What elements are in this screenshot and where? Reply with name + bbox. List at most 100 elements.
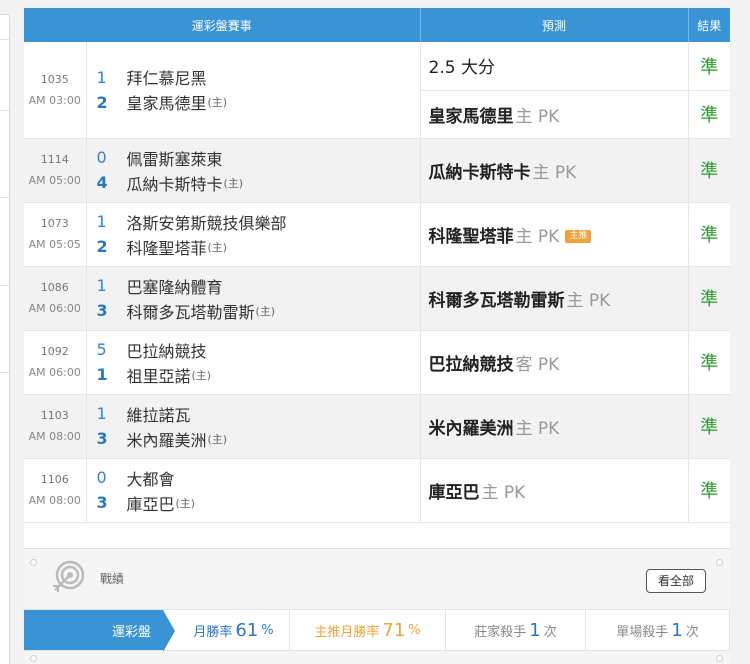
background-page-edge: [0, 14, 10, 664]
match-time: AM 06:00: [28, 302, 81, 315]
team-line: 1 洛斯安第斯競技俱樂部: [97, 209, 420, 234]
prediction-cell: 米內羅美洲主 PK: [420, 394, 689, 459]
prediction-cell: 科隆聖塔菲主 PK 主推: [420, 202, 689, 267]
team-line: 3 庫亞巴 (主): [97, 490, 420, 515]
team-score: 3: [96, 301, 108, 320]
prediction-pick: 庫亞巴: [428, 482, 480, 503]
team-name[interactable]: 科隆聖塔菲: [127, 235, 207, 259]
team-name[interactable]: 洛斯安第斯競技俱樂部: [127, 210, 287, 234]
table-row: 1086 AM 06:00 1 巴塞隆納體育 3 科爾多瓦塔勒雷斯 (主) 科爾…: [24, 266, 731, 331]
prediction-cell: 皇家馬德里主 PK: [420, 90, 689, 139]
match-meta: 1103 AM 08:00: [24, 394, 87, 459]
team-name[interactable]: 庫亞巴: [127, 491, 175, 515]
monthly-win-rate: 月勝率 61 %: [164, 610, 290, 650]
team-score: 0: [96, 148, 107, 167]
team-line: 1 拜仁慕尼黑: [97, 65, 420, 90]
tab-caishen[interactable]: 運彩盤: [24, 610, 175, 652]
match-table: 運彩盤賽事 預測 結果 1035 AM 03:00 1 拜仁慕尼黑 2 皇家馬德…: [24, 8, 731, 523]
result-cell: 準: [688, 330, 731, 395]
team-name[interactable]: 巴拉納競技: [127, 338, 207, 362]
team-score: 2: [96, 92, 108, 112]
header-match: 運彩盤賽事: [24, 8, 421, 42]
team-score: 5: [96, 340, 107, 359]
prediction-cell: 科爾多瓦塔勒雷斯主 PK: [420, 266, 689, 331]
prediction-tag: 主 PK: [481, 482, 526, 503]
team-name[interactable]: 米內羅美洲: [127, 427, 207, 451]
result-cell: 準: [688, 42, 731, 91]
home-tag: (主): [191, 368, 212, 382]
match-id: 1073: [40, 217, 69, 230]
team-line: 1 維拉諾瓦: [97, 401, 420, 426]
match-time: AM 08:00: [28, 430, 81, 443]
stats-title: 戰績: [100, 572, 125, 586]
result-cell: 準: [688, 138, 731, 203]
banker-killer-value: 1: [529, 619, 541, 641]
prediction-pick: 巴拉納競技: [428, 354, 514, 375]
match-meta: 1106 AM 08:00: [24, 458, 87, 523]
result-cell: 準: [688, 458, 731, 523]
result-cell: 準: [688, 266, 731, 331]
view-all-button[interactable]: 看全部: [646, 569, 706, 593]
team-name[interactable]: 佩雷斯塞萊東: [127, 146, 223, 170]
team-line: 3 米內羅美洲 (主): [97, 426, 420, 451]
featured-win-rate: 主推月勝率 71 %: [290, 610, 446, 650]
team-line: 5 巴拉納競技: [97, 337, 420, 362]
prediction-tag: 主 PK: [532, 162, 577, 183]
home-tag: (主): [223, 176, 244, 190]
team-name[interactable]: 祖里亞諾: [127, 363, 191, 387]
prediction-pick: 科爾多瓦塔勒雷斯: [428, 290, 565, 311]
prediction-pick: 2.5 大分: [428, 58, 495, 79]
prediction-cell: 巴拉納競技客 PK: [420, 330, 689, 395]
result-cell: 準: [688, 202, 731, 267]
match-meta: 1086 AM 06:00: [24, 266, 87, 331]
match-teams: 1 維拉諾瓦 3 米內羅美洲 (主): [86, 394, 421, 459]
team-name[interactable]: 科爾多瓦塔勒雷斯: [127, 299, 255, 323]
team-score: 1: [96, 212, 107, 231]
prediction-cell: 2.5 大分: [420, 42, 689, 91]
monthly-win-value: 61: [235, 619, 259, 641]
table-row: 1103 AM 08:00 1 維拉諾瓦 3 米內羅美洲 (主) 米內羅美洲主 …: [24, 394, 731, 459]
team-name[interactable]: 皇家馬德里: [127, 90, 207, 114]
header-result: 結果: [688, 8, 731, 42]
match-id: 1092: [40, 345, 69, 358]
home-tag: (主): [207, 240, 228, 254]
prediction-cell: 瓜納卡斯特卡主 PK: [420, 138, 689, 203]
table-row: 1073 AM 05:05 1 洛斯安第斯競技俱樂部 2 科隆聖塔菲 (主) 科…: [24, 202, 731, 267]
team-score: 3: [96, 429, 108, 448]
header-prediction: 預測: [420, 8, 689, 42]
team-name[interactable]: 拜仁慕尼黑: [127, 65, 207, 89]
home-tag: (主): [175, 496, 196, 510]
team-line: 1 祖里亞諾 (主): [97, 362, 420, 387]
match-time: AM 08:00: [28, 494, 81, 507]
match-meta: 1035 AM 03:00: [24, 42, 87, 139]
stats-card: 戰績 看全部 運彩盤 月勝率 61 % 主推月勝率 71 % 莊家殺手 1 次: [24, 548, 730, 664]
match-id: 1103: [40, 409, 69, 422]
match-meta: 1092 AM 06:00: [24, 330, 87, 395]
match-meta: 1114 AM 05:00: [24, 138, 87, 203]
single-killer-value: 1: [671, 619, 683, 641]
team-name[interactable]: 維拉諾瓦: [127, 402, 191, 426]
team-score: 0: [96, 468, 107, 487]
match-time: AM 06:00: [28, 366, 81, 379]
table-row: 1106 AM 08:00 0 大都會 3 庫亞巴 (主) 庫亞巴主 PK 準: [24, 458, 731, 523]
prediction-pick: 瓜納卡斯特卡: [428, 162, 531, 183]
prediction-tag: 主 PK: [566, 290, 611, 311]
team-score: 3: [96, 493, 108, 512]
team-name[interactable]: 大都會: [127, 466, 175, 490]
prediction-pick: 皇家馬德里: [428, 106, 514, 127]
prediction-panel: 運彩盤賽事 預測 結果 1035 AM 03:00 1 拜仁慕尼黑 2 皇家馬德…: [24, 8, 731, 664]
match-teams: 0 佩雷斯塞萊東 4 瓜納卡斯特卡 (主): [86, 138, 421, 203]
home-tag: (主): [207, 96, 228, 110]
team-name[interactable]: 瓜納卡斯特卡: [127, 171, 223, 195]
home-tag: (主): [207, 432, 228, 446]
team-name[interactable]: 巴塞隆納體育: [127, 274, 223, 298]
team-line: 2 皇家馬德里 (主): [97, 90, 420, 115]
team-line: 0 佩雷斯塞萊東: [97, 145, 420, 170]
table-row: 1114 AM 05:00 0 佩雷斯塞萊東 4 瓜納卡斯特卡 (主) 瓜納卡斯…: [24, 138, 731, 203]
table-row: 1035 AM 03:00 1 拜仁慕尼黑 2 皇家馬德里 (主) 2.5 大分…: [24, 42, 731, 139]
prediction-tag: 主 PK: [515, 226, 560, 247]
match-id: 1035: [40, 72, 69, 86]
match-teams: 1 洛斯安第斯競技俱樂部 2 科隆聖塔菲 (主): [86, 202, 421, 267]
match-time: AM 03:00: [28, 93, 81, 107]
match-teams: 0 大都會 3 庫亞巴 (主): [86, 458, 421, 523]
